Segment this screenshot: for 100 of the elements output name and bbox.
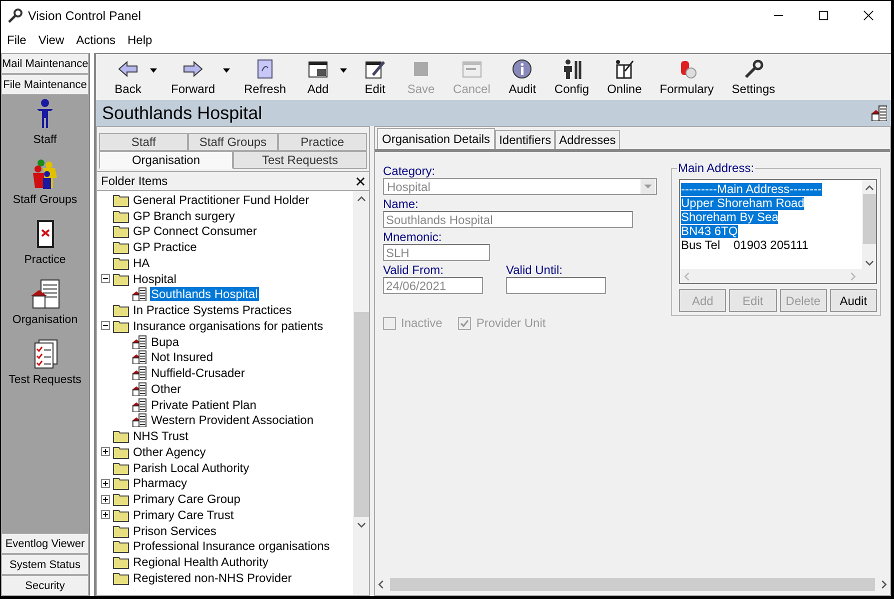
sidebar-item[interactable]: Staff Groups (12, 194, 78, 206)
menu-item[interactable]: Help (128, 33, 152, 47)
tree-toggle-icon[interactable] (101, 494, 110, 504)
folder-icon (113, 492, 129, 506)
checkbox-label: Inactive (401, 316, 442, 330)
folder-tab[interactable]: Test Requests (233, 151, 367, 169)
close-icon[interactable] (356, 176, 365, 186)
tree-toggle-icon[interactable] (101, 447, 110, 456)
date-field[interactable] (506, 277, 606, 294)
tree-item[interactable]: Not Insured (150, 350, 214, 364)
tree-item[interactable]: GP Connect Consumer (132, 224, 258, 238)
toolbar-button[interactable]: Audit (500, 56, 544, 98)
toolbar-button[interactable]: Back (106, 56, 150, 98)
menu-item[interactable]: View (38, 33, 64, 47)
scroll-thumb[interactable] (862, 194, 876, 244)
folder-tab[interactable]: Staff (99, 133, 188, 151)
address-list[interactable]: ---------Main Address-------- Upper Shoreham Road Shoreham By Sea BN43 6TQ Bus Tel 01903 205111 (679, 179, 877, 284)
sidebar-item[interactable]: Organisation (12, 314, 78, 326)
toolbar-button[interactable]: Config (546, 56, 598, 98)
toolbar-icon (364, 58, 386, 78)
scroll-thumb[interactable] (390, 578, 875, 591)
tree-item[interactable]: Southlands Hospital (150, 287, 259, 302)
sidebar-item[interactable]: Practice (24, 254, 66, 266)
folder-icon (113, 224, 129, 238)
scroll-thumb[interactable] (354, 312, 368, 517)
sidebar-item[interactable]: Staff (33, 134, 57, 146)
sidebar-button[interactable]: Security (1, 575, 89, 596)
tree-item[interactable]: General Practitioner Fund Holder (132, 192, 310, 207)
scroll-right-icon[interactable] (881, 580, 887, 589)
scrollbar[interactable] (353, 191, 369, 595)
folder-icon (113, 555, 129, 570)
field-label: Valid Until: (506, 263, 564, 277)
tree-item[interactable]: HA (132, 256, 151, 270)
folder-tab[interactable]: Practice (278, 133, 367, 151)
scroll-up-icon[interactable] (356, 196, 366, 202)
folder-icon (113, 208, 129, 223)
building-icon (131, 382, 147, 396)
folder-tab[interactable]: Organisation (99, 151, 233, 169)
tree-item[interactable]: Regional Health Authority (132, 555, 270, 570)
sidebar-button[interactable]: System Status (1, 554, 89, 575)
caret-icon[interactable] (340, 68, 348, 72)
toolbar-button[interactable]: Refresh (236, 56, 294, 98)
tree-toggle-icon[interactable] (101, 478, 110, 488)
detail-tab[interactable]: Addresses (555, 130, 620, 149)
scroll-up-icon[interactable] (864, 185, 874, 191)
tree-item[interactable]: Nuffield-Crusader (150, 366, 246, 380)
detail-tab[interactable]: Organisation Details (377, 128, 496, 149)
tree-item[interactable]: Primary Care Group (132, 492, 242, 506)
toolbar-button[interactable]: Formulary (652, 56, 722, 98)
toolbar-button[interactable]: Settings (724, 56, 784, 98)
sidebar-button[interactable]: File Maintenance (1, 74, 89, 95)
tree-item[interactable]: NHS Trust (132, 429, 190, 444)
toolbar-icon (742, 58, 764, 78)
tree-item[interactable]: Prison Services (132, 524, 218, 538)
tree-item[interactable]: Hospital (132, 272, 178, 286)
tree-item[interactable]: Other (150, 382, 182, 396)
toolbar-button[interactable]: Online (599, 56, 650, 98)
scroll-left-icon[interactable] (378, 580, 384, 589)
tree-item[interactable]: GP Branch surgery (132, 208, 236, 223)
sidebar-item[interactable]: Test Requests (8, 374, 82, 386)
scroll-down-icon[interactable] (864, 260, 874, 266)
tree-item[interactable]: Private Patient Plan (150, 398, 258, 412)
field-label: Category: (383, 164, 436, 178)
tree-toggle-icon[interactable] (101, 510, 110, 520)
folder-icon (113, 192, 129, 207)
toolbar-icon (307, 58, 330, 78)
tree-item[interactable]: Bupa (150, 334, 180, 349)
sidebar-item-icon[interactable] (29, 278, 61, 310)
folder-tab[interactable]: Staff Groups (188, 133, 278, 151)
sidebar-button[interactable]: Mail Maintenance (1, 53, 89, 74)
scroll-down-icon[interactable] (356, 522, 366, 528)
tree-item[interactable]: Professional Insurance organisations (132, 539, 331, 554)
tree-item[interactable]: Insurance organisations for patients (132, 318, 324, 333)
detail-tab[interactable]: Identifiers (495, 130, 556, 149)
tree-item[interactable]: Primary Care Trust (132, 508, 235, 522)
address-line: Bus Tel 01903 205111 (681, 239, 808, 252)
building-icon (131, 413, 147, 428)
toolbar-button[interactable]: Forward (163, 56, 224, 98)
caret-icon[interactable] (223, 68, 230, 72)
tree-item[interactable]: Western Provident Association (150, 413, 315, 428)
menu-item[interactable]: Actions (76, 33, 116, 47)
toolbar-button[interactable]: Add (296, 56, 340, 98)
tree-item[interactable]: Parish Local Authority (132, 460, 250, 475)
caret-icon[interactable] (150, 68, 157, 72)
tree-item[interactable]: In Practice Systems Practices (132, 303, 293, 318)
tree-toggle-icon[interactable] (101, 274, 110, 284)
tree-item[interactable]: Registered non-NHS Provider (132, 570, 293, 585)
scrollbar[interactable] (375, 577, 890, 592)
tree-toggle-icon[interactable] (101, 321, 110, 330)
folder-icon (113, 444, 129, 459)
toolbar-button[interactable]: Edit (353, 56, 398, 98)
tree-item[interactable]: Other Agency (132, 444, 207, 459)
sidebar-button[interactable]: Eventlog Viewer (1, 533, 89, 554)
building-icon (131, 366, 147, 380)
tree-item[interactable]: GP Practice (132, 240, 198, 254)
address-button[interactable]: Audit (830, 289, 877, 312)
field-label: Mnemonic: (383, 230, 442, 244)
menu-item[interactable]: File (7, 33, 26, 47)
tree-item[interactable]: Pharmacy (132, 476, 188, 490)
building-icon (871, 105, 887, 121)
